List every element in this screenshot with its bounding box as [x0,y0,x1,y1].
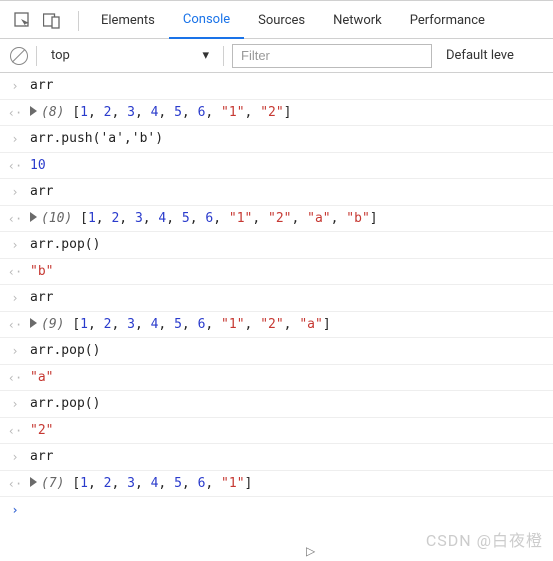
cursor-icon: ▷ [306,544,315,558]
console-result-line: (10) [1, 2, 3, 4, 5, 6, "1", "2", "a", "… [30,209,553,229]
input-marker-icon: › [0,341,30,361]
console-input-line: arr.pop() [30,394,553,414]
tab-performance[interactable]: Performance [396,3,499,39]
clear-console-icon[interactable] [10,47,28,65]
devtools-tabbar: Elements Console Sources Network Perform… [0,3,553,39]
tab-elements[interactable]: Elements [87,3,169,39]
output-marker-icon: ‹· [0,156,30,176]
input-marker-icon: › [0,182,30,202]
inspect-icon[interactable] [10,9,34,33]
console-result-line: "b" [30,262,553,282]
console-input-line: arr.pop() [30,235,553,255]
expand-icon[interactable] [30,106,37,116]
input-marker-icon: › [0,235,30,255]
output-marker-icon: ‹· [0,474,30,494]
context-selector[interactable]: top ▾ [45,44,215,68]
console-result-line: "a" [30,368,553,388]
console-result-line: 10 [30,156,553,176]
console-toolbar: top ▾ Default leve [0,39,553,73]
console-input-line: arr [30,447,553,467]
expand-icon[interactable] [30,212,37,222]
watermark: CSDN @白夜橙 [426,527,543,551]
tab-sources[interactable]: Sources [244,3,319,39]
console-result-line: (7) [1, 2, 3, 4, 5, 6, "1"] [30,474,553,494]
console-input-line: arr [30,76,553,96]
output-marker-icon: ‹· [0,421,30,441]
input-marker-icon: › [0,288,30,308]
console-result-line: (8) [1, 2, 3, 4, 5, 6, "1", "2"] [30,103,553,123]
output-marker-icon: ‹· [0,368,30,388]
output-marker-icon: ‹· [0,103,30,123]
expand-icon[interactable] [30,318,37,328]
console-input-line: arr [30,288,553,308]
input-marker-icon: › [0,129,30,149]
input-marker-icon: › [0,394,30,414]
tab-network[interactable]: Network [319,3,396,39]
context-value: top [51,48,70,63]
output-marker-icon: ‹· [0,262,30,282]
console-input-line: arr [30,182,553,202]
console-result-line: (9) [1, 2, 3, 4, 5, 6, "1", "2", "a"] [30,315,553,335]
input-marker-icon: › [0,76,30,96]
chevron-down-icon: ▾ [202,48,209,63]
output-marker-icon: ‹· [0,209,30,229]
console-input-line: arr.pop() [30,341,553,361]
console-result-line: "2" [30,421,553,441]
console-input-line: arr.push('a','b') [30,129,553,149]
input-marker-icon: › [0,447,30,467]
expand-icon[interactable] [30,477,37,487]
console-prompt[interactable]: › [0,497,553,522]
log-levels[interactable]: Default leve [440,48,520,63]
output-marker-icon: ‹· [0,315,30,335]
console-output: ›arr ‹·(8) [1, 2, 3, 4, 5, 6, "1", "2"] … [0,73,553,522]
tab-console[interactable]: Console [169,3,244,39]
filter-input[interactable] [232,44,432,68]
device-toggle-icon[interactable] [40,9,64,33]
prompt-marker-icon: › [0,500,30,519]
